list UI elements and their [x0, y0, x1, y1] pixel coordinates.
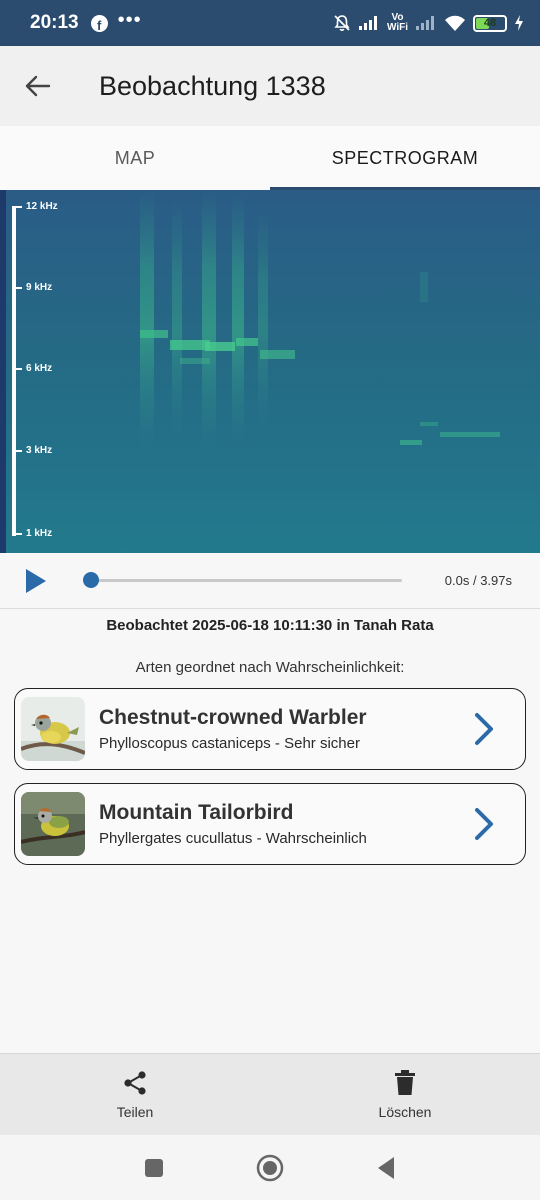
playback-time: 0.0s / 3.97s — [444, 573, 512, 588]
spectrogram-view[interactable]: 12 kHz 9 kHz 6 kHz 3 kHz 1 kHz — [0, 190, 540, 553]
species-photo — [21, 697, 85, 761]
play-button[interactable] — [24, 566, 54, 596]
back-nav-button[interactable] — [371, 1153, 401, 1183]
observation-info: Beobachtet 2025-06-18 10:11:30 in Tanah … — [106, 617, 434, 634]
spectrogram-image — [0, 190, 540, 553]
species-card-mountain-tailorbird[interactable]: Mountain Tailorbird Phyllergates cuculla… — [14, 783, 526, 865]
tab-map[interactable]: MAP — [0, 126, 270, 190]
signal-weak-icon — [416, 16, 434, 30]
share-icon — [124, 1070, 146, 1095]
wifi-icon — [445, 15, 465, 31]
mute-icon — [334, 15, 350, 31]
tab-bar: MAP SPECTROGRAM — [0, 126, 540, 190]
battery-icon: 48 — [473, 14, 507, 32]
recents-square-icon — [145, 1158, 163, 1177]
species-name: Mountain Tailorbird — [99, 801, 294, 824]
vowifi-icon: Vo WiFi — [386, 12, 408, 33]
signal-icon — [358, 16, 377, 30]
share-label: Teilen — [116, 1103, 154, 1120]
chevron-right-icon — [469, 709, 499, 749]
species-scientific-name: Phylloscopus castaniceps - Sehr sicher — [99, 735, 360, 752]
freq-label-1: 1 kHz — [12, 528, 52, 539]
play-icon — [26, 568, 46, 593]
freq-label-3: 3 kHz — [12, 445, 52, 456]
bottom-action-bar: Teilen Löschen — [0, 1053, 540, 1135]
facebook-notification-icon: f — [90, 14, 108, 32]
home-button[interactable] — [255, 1153, 285, 1183]
app-bar: Beobachtung 1338 — [0, 46, 540, 126]
seek-thumb[interactable] — [83, 572, 99, 588]
species-name: Chestnut-crowned Warbler — [99, 706, 367, 729]
delete-button[interactable]: Löschen — [270, 1054, 540, 1135]
species-card-chestnut-crowned-warbler[interactable]: Chestnut-crowned Warbler Phylloscopus ca… — [14, 688, 526, 770]
species-photo — [21, 792, 85, 856]
tab-spectrogram[interactable]: SPECTROGRAM — [270, 126, 540, 190]
freq-label-12: 12 kHz — [12, 201, 58, 212]
delete-label: Löschen — [378, 1103, 432, 1120]
species-list-heading: Arten geordnet nach Wahrscheinlichkeit: — [135, 659, 405, 676]
back-triangle-icon — [378, 1156, 394, 1179]
freq-label-6: 6 kHz — [12, 363, 52, 374]
seek-bar[interactable] — [90, 579, 402, 582]
freq-label-9: 9 kHz — [12, 282, 52, 293]
status-bar: 20:13 f ••• Vo WiFi 48 — [0, 0, 540, 46]
system-nav-bar — [0, 1135, 540, 1200]
share-button[interactable]: Teilen — [0, 1054, 270, 1135]
more-notifications-icon: ••• — [117, 9, 142, 31]
chevron-right-icon — [469, 804, 499, 844]
audio-player: 0.0s / 3.97s — [0, 553, 540, 609]
status-time: 20:13 — [30, 12, 79, 33]
trash-icon — [395, 1069, 415, 1095]
home-circle-icon — [256, 1154, 284, 1181]
page-title: Beobachtung 1338 — [99, 70, 326, 101]
species-scientific-name: Phyllergates cucullatus - Wahrscheinlich — [99, 830, 367, 847]
recents-button[interactable] — [139, 1153, 169, 1183]
charging-icon — [515, 15, 523, 31]
arrow-back-icon — [25, 75, 51, 97]
back-button[interactable] — [13, 61, 63, 111]
